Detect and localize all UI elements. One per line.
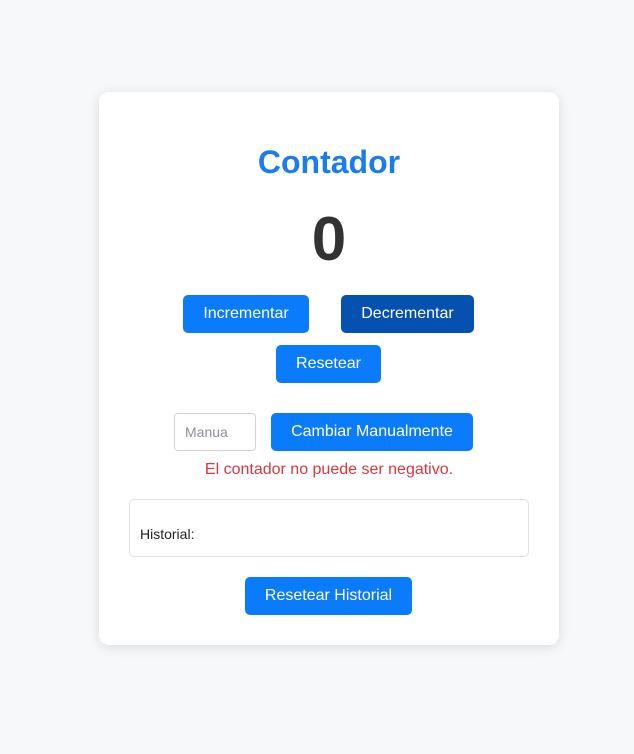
reset-button[interactable]: Resetear bbox=[276, 345, 381, 383]
reset-history-button[interactable]: Resetear Historial bbox=[245, 577, 412, 615]
counter-card: Contador 0 Incrementar Decrementar Reset… bbox=[99, 92, 559, 645]
history-box: Historial: bbox=[129, 499, 529, 557]
manual-value-input[interactable] bbox=[174, 413, 256, 451]
increment-button[interactable]: Incrementar bbox=[183, 295, 309, 333]
counter-value: 0 bbox=[311, 205, 347, 274]
history-label: Historial: bbox=[140, 526, 195, 542]
decrement-button[interactable]: Decrementar bbox=[341, 295, 474, 333]
change-manually-button[interactable]: Cambiar Manualmente bbox=[271, 413, 473, 451]
error-message: El contador no puede ser negativo. bbox=[204, 461, 454, 478]
page-title: Contador bbox=[257, 144, 401, 180]
